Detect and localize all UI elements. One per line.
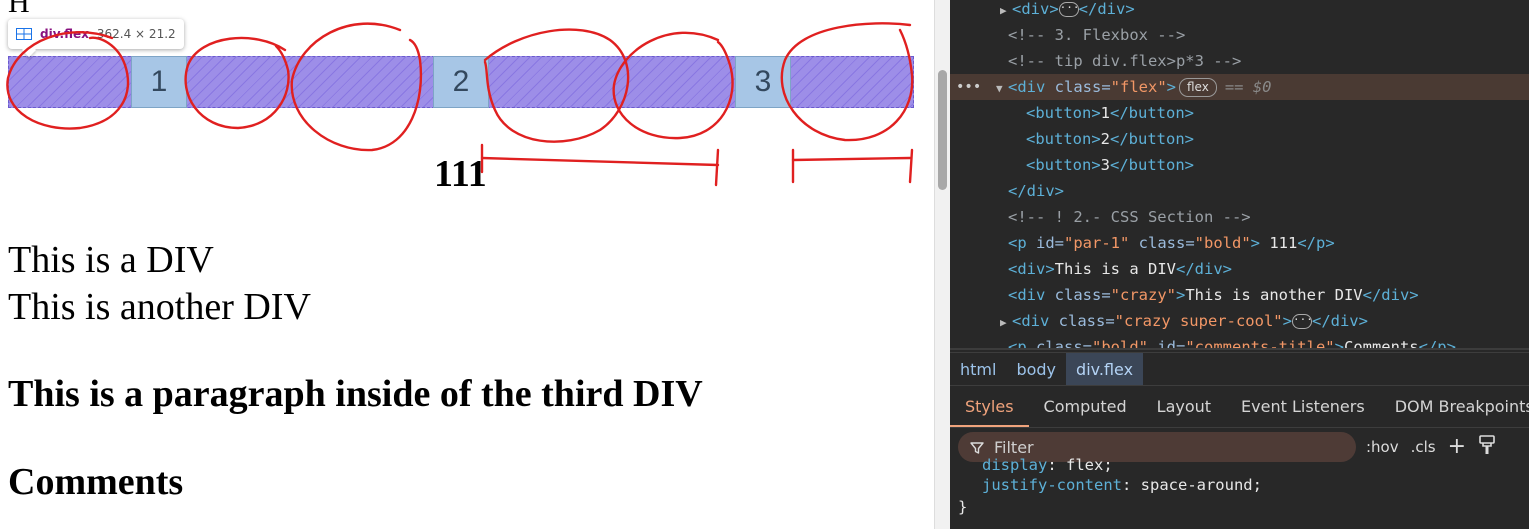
element-inspect-tooltip: div.flex 362.4 × 21.2 xyxy=(8,19,184,49)
page-preview: H 1 2 3 div.flex 362.4 × 21.2 111 This i… xyxy=(0,0,934,529)
paint-brush-icon[interactable] xyxy=(1478,435,1496,459)
dom-comment[interactable]: <!-- ! 2.- CSS Section --> xyxy=(950,204,1529,230)
flex-layout-icon xyxy=(16,28,32,40)
elements-dom-tree[interactable]: ▶ <div>···</div> <!-- 3. Flexbox --> <!--… xyxy=(950,0,1529,350)
tab-event-listeners[interactable]: Event Listeners xyxy=(1226,386,1380,427)
dom-comment[interactable]: <!-- 3. Flexbox --> xyxy=(950,22,1529,48)
expand-triangle-icon[interactable]: ▶ xyxy=(1000,0,1012,24)
comments-title: Comments xyxy=(8,461,184,503)
dom-closing-div[interactable]: </div> xyxy=(950,178,1529,204)
ellipsis-icon[interactable]: ··· xyxy=(1291,314,1313,329)
css-declaration-display[interactable]: display: flex; xyxy=(982,454,1113,476)
hover-state-toggle[interactable]: :hov xyxy=(1366,438,1399,456)
breadcrumb: html body div.flex xyxy=(950,352,1529,386)
paragraph-par-1: 111 xyxy=(434,153,487,195)
crazy-div-text: This is another DIV xyxy=(8,286,311,328)
css-rule-block: display: flex; justify-content: space-ar… xyxy=(950,456,1529,529)
node-actions-ellipsis-icon[interactable]: ••• xyxy=(956,74,981,100)
add-rule-icon[interactable]: + xyxy=(1448,436,1466,458)
dom-node-div[interactable]: <div>This is a DIV</div> xyxy=(950,256,1529,282)
tab-styles[interactable]: Styles xyxy=(950,386,1029,427)
dom-node-div-collapsed[interactable]: ▶ <div>···</div> xyxy=(950,0,1529,22)
ellipsis-icon[interactable]: ··· xyxy=(1058,2,1080,17)
tab-layout[interactable]: Layout xyxy=(1142,386,1226,427)
dom-node-div-crazy[interactable]: <div class="crazy">This is another DIV</… xyxy=(950,282,1529,308)
page-scrollbar[interactable] xyxy=(934,0,950,529)
flex-button-1[interactable]: 1 xyxy=(131,56,187,108)
tab-dom-breakpoints[interactable]: DOM Breakpoints xyxy=(1380,386,1529,427)
dom-node-button[interactable]: <button>1</button> xyxy=(950,100,1529,126)
selected-node-indicator: == $0 xyxy=(1224,78,1272,96)
styles-tab-bar: Styles Computed Layout Event Listeners D… xyxy=(950,386,1529,428)
flex-button-2[interactable]: 2 xyxy=(433,56,489,108)
dom-node-button[interactable]: <button>2</button> xyxy=(950,126,1529,152)
div-text: This is a DIV xyxy=(8,239,214,281)
dom-tree-scrollbar[interactable] xyxy=(950,348,1529,350)
page-scrollbar-thumb[interactable] xyxy=(938,70,947,190)
flex-badge[interactable]: flex xyxy=(1179,78,1217,97)
dom-node-p-par-1[interactable]: <p id="par-1" class="bold"> 111</p> xyxy=(950,230,1529,256)
css-declaration-justify-content[interactable]: justify-content: space-around; xyxy=(982,474,1262,496)
breadcrumb-div-flex[interactable]: div.flex xyxy=(1066,353,1144,385)
filter-icon xyxy=(970,440,984,454)
class-toggle[interactable]: .cls xyxy=(1411,438,1436,456)
dom-node-div-flex-selected[interactable]: ••• ▼ <div class="flex"> flex == $0 xyxy=(950,74,1529,100)
tooltip-element-name: div.flex xyxy=(40,27,89,41)
breadcrumb-html[interactable]: html xyxy=(950,353,1006,385)
tab-computed[interactable]: Computed xyxy=(1029,386,1142,427)
expand-triangle-icon[interactable]: ▶ xyxy=(1000,310,1012,336)
devtools-panel: ▶ <div>···</div> <!-- 3. Flexbox --> <!--… xyxy=(950,0,1529,529)
breadcrumb-body[interactable]: body xyxy=(1006,353,1066,385)
dom-node-button[interactable]: <button>3</button> xyxy=(950,152,1529,178)
flex-button-3[interactable]: 3 xyxy=(735,56,791,108)
dom-comment[interactable]: <!-- tip div.flex>p*3 --> xyxy=(950,48,1529,74)
third-div-paragraph: This is a paragraph inside of the third … xyxy=(8,373,703,415)
css-rule-close-brace: } xyxy=(958,498,968,516)
cut-off-heading: H xyxy=(8,0,30,19)
tooltip-element-size: 362.4 × 21.2 xyxy=(96,27,176,41)
dom-node-div-crazy-super-cool[interactable]: ▶ <div class="crazy super-cool">···</div> xyxy=(950,308,1529,334)
collapse-triangle-icon[interactable]: ▼ xyxy=(996,76,1008,102)
